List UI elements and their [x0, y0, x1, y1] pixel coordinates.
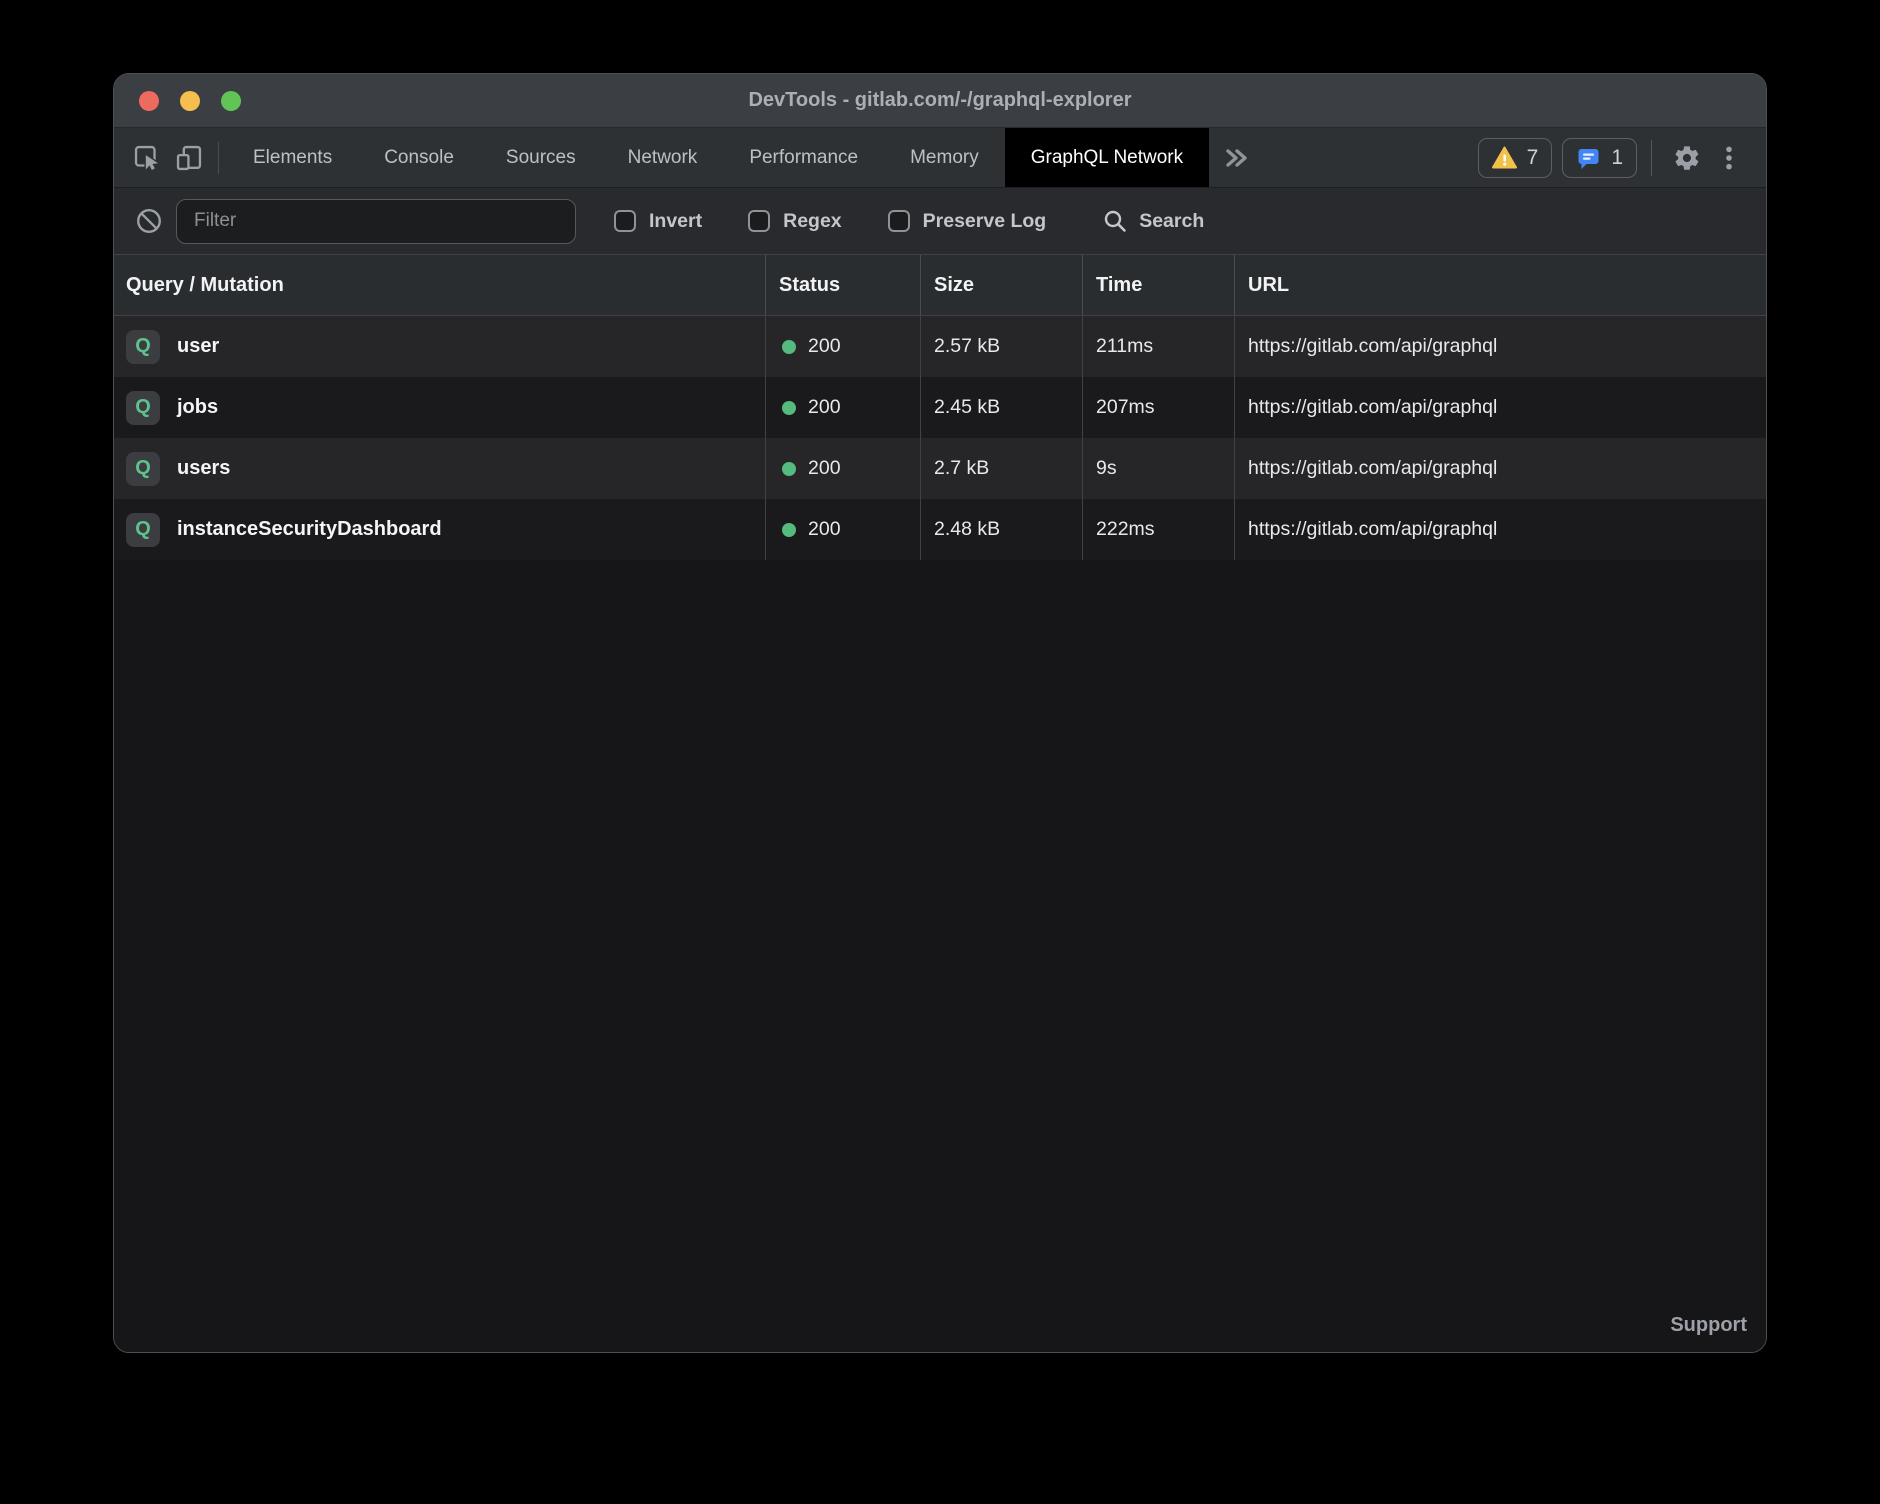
query-name: users	[177, 457, 230, 480]
query-name: jobs	[177, 396, 218, 419]
settings-button[interactable]	[1666, 137, 1708, 179]
device-toolbar-button[interactable]	[168, 137, 210, 179]
empty-log-area: Support	[114, 560, 1766, 1352]
tab-memory[interactable]: Memory	[884, 128, 1005, 187]
regex-toggle[interactable]: Regex	[748, 210, 842, 233]
status-code: 200	[808, 457, 841, 480]
status-ok-dot	[782, 523, 796, 537]
tab-graphql-network[interactable]: GraphQL Network	[1005, 128, 1209, 187]
size-cell: 2.45 kB	[920, 377, 1082, 438]
devtools-tabbar: ElementsConsoleSourcesNetworkPerformance…	[114, 128, 1766, 188]
inspect-element-button[interactable]	[126, 137, 168, 179]
filter-toolbar: Invert Regex Preserve Log Search	[114, 188, 1766, 254]
query-type-badge: Q	[126, 513, 160, 547]
time-cell: 222ms	[1082, 499, 1234, 560]
filter-input[interactable]	[176, 199, 576, 244]
tab-sources[interactable]: Sources	[480, 128, 602, 187]
tab-console[interactable]: Console	[358, 128, 480, 187]
size-cell: 2.57 kB	[920, 316, 1082, 377]
column-header-url[interactable]: URL	[1234, 255, 1766, 315]
search-label: Search	[1139, 210, 1204, 233]
table-body: Quser2002.57 kB211mshttps://gitlab.com/a…	[114, 316, 1766, 560]
messages-badge[interactable]: 1	[1562, 138, 1637, 178]
url-cell: https://gitlab.com/api/graphql	[1234, 499, 1766, 560]
status-ok-dot	[782, 462, 796, 476]
query-cell: Quser	[114, 316, 765, 377]
tab-elements[interactable]: Elements	[227, 128, 358, 187]
status-cell: 200	[765, 316, 920, 377]
query-cell: QinstanceSecurityDashboard	[114, 499, 765, 560]
status-code: 200	[808, 335, 841, 358]
status-code: 200	[808, 518, 841, 541]
time-cell: 9s	[1082, 438, 1234, 499]
invert-label: Invert	[649, 210, 702, 233]
warning-count: 7	[1527, 146, 1539, 170]
table-row[interactable]: QinstanceSecurityDashboard 200 2.48 kB222m…	[114, 499, 1766, 560]
regex-label: Regex	[783, 210, 842, 233]
invert-checkbox[interactable]	[614, 210, 636, 232]
status-ok-dot	[782, 401, 796, 415]
tab-performance[interactable]: Performance	[723, 128, 884, 187]
query-type-badge: Q	[126, 452, 160, 486]
size-cell: 2.48 kB	[920, 499, 1082, 560]
more-tabs-button[interactable]	[1209, 128, 1265, 187]
time-cell: 211ms	[1082, 316, 1234, 377]
devtools-tabs: ElementsConsoleSourcesNetworkPerformance…	[227, 128, 1209, 187]
url-cell: https://gitlab.com/api/graphql	[1234, 377, 1766, 438]
query-type-badge: Q	[126, 391, 160, 425]
preserve-log-checkbox[interactable]	[888, 210, 910, 232]
table-row[interactable]: Qusers 200 2.7 kB9shttps://gitlab.com/api/…	[114, 438, 1766, 499]
preserve-log-label: Preserve Log	[923, 210, 1047, 233]
size-cell: 2.7 kB	[920, 438, 1082, 499]
column-header-time[interactable]: Time	[1082, 255, 1234, 315]
preserve-log-toggle[interactable]: Preserve Log	[888, 210, 1047, 233]
device-toolbar-icon	[174, 143, 204, 173]
invert-toggle[interactable]: Invert	[614, 210, 702, 233]
gear-icon	[1673, 144, 1701, 172]
table-header: Query / MutationStatusSizeTimeURL	[114, 254, 1766, 316]
search-icon	[1102, 208, 1128, 234]
warning-icon	[1492, 146, 1517, 169]
table-row[interactable]: Qjobs 200 2.45 kB207mshttps://gitlab.com/a…	[114, 377, 1766, 438]
query-name: user	[177, 335, 219, 358]
url-cell: https://gitlab.com/api/graphql	[1234, 316, 1766, 377]
block-icon	[135, 207, 163, 235]
status-ok-dot	[782, 340, 796, 354]
window-title: DevTools - gitlab.com/-/graphql-explorer	[114, 89, 1766, 112]
support-link[interactable]: Support	[1670, 1314, 1747, 1337]
status-cell: 200	[765, 499, 920, 560]
devtools-window: DevTools - gitlab.com/-/graphql-explorer…	[113, 73, 1767, 1353]
column-header-query-mutation[interactable]: Query / Mutation	[114, 255, 765, 315]
query-cell: Qusers	[114, 438, 765, 499]
window-titlebar[interactable]: DevTools - gitlab.com/-/graphql-explorer	[114, 74, 1766, 128]
tabbar-separator	[218, 142, 219, 174]
query-cell: Qjobs	[114, 377, 765, 438]
search-button[interactable]: Search	[1102, 208, 1204, 234]
regex-checkbox[interactable]	[748, 210, 770, 232]
chat-bubble-icon	[1576, 146, 1601, 170]
warnings-badge[interactable]: 7	[1478, 138, 1553, 178]
query-name: instanceSecurityDashboard	[177, 518, 442, 541]
url-cell: https://gitlab.com/api/graphql	[1234, 438, 1766, 499]
column-header-status[interactable]: Status	[765, 255, 920, 315]
query-type-badge: Q	[126, 330, 160, 364]
more-options-button[interactable]	[1708, 137, 1750, 179]
status-cell: 200	[765, 377, 920, 438]
kebab-menu-icon	[1716, 144, 1742, 172]
column-header-size[interactable]: Size	[920, 255, 1082, 315]
more-tabs-chevron-icon	[1224, 146, 1250, 170]
tab-network[interactable]: Network	[602, 128, 724, 187]
time-cell: 207ms	[1082, 377, 1234, 438]
status-cell: 200	[765, 438, 920, 499]
table-row[interactable]: Quser 200 2.57 kB211mshttps://gitlab.com/a…	[114, 316, 1766, 377]
inspect-cursor-icon	[132, 143, 162, 173]
actions-separator	[1651, 140, 1652, 176]
tabbar-right-cluster: 7 1	[1468, 137, 1766, 179]
message-count: 1	[1611, 146, 1623, 170]
clear-log-button[interactable]	[128, 200, 170, 242]
status-code: 200	[808, 396, 841, 419]
